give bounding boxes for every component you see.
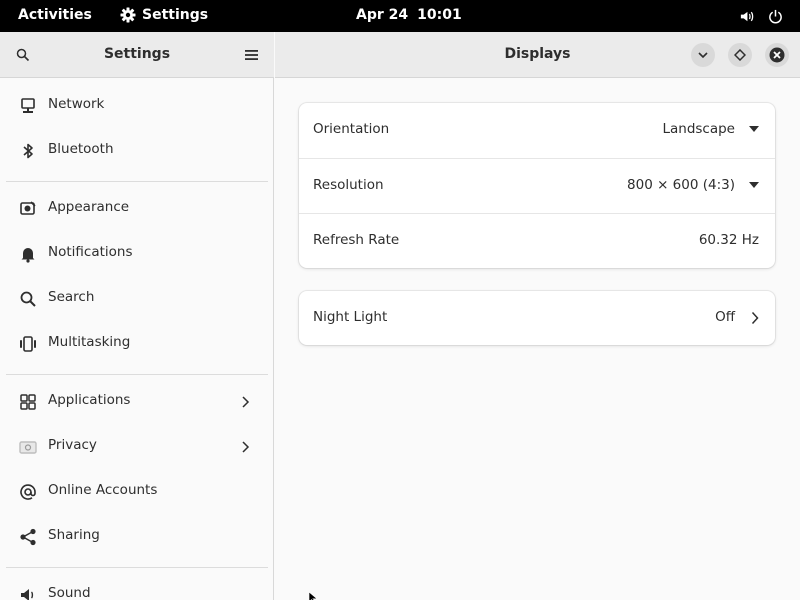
sidebar-item-label: Sound	[48, 585, 91, 600]
sidebar-item-bluetooth[interactable]: Bluetooth	[6, 130, 268, 172]
sidebar-item-label: Network	[48, 96, 105, 112]
sidebar-item-notifications[interactable]: Notifications	[6, 233, 268, 275]
sidebar-item-label: Search	[48, 289, 95, 305]
sidebar-item-label: Notifications	[48, 244, 133, 260]
sidebar-item-label: Privacy	[48, 437, 97, 453]
apps-grid-icon	[20, 394, 36, 410]
sidebar-item-label: Online Accounts	[48, 482, 158, 498]
top-bar: Activities Settings Apr 24 10:01	[0, 0, 800, 32]
maximize-button[interactable]	[728, 43, 752, 67]
search-icon	[20, 291, 36, 307]
chevron-right-icon	[242, 441, 250, 453]
resolution-label: Resolution	[313, 177, 384, 193]
sidebar-item-multitasking[interactable]: Multitasking	[6, 323, 268, 365]
resolution-value: 800 × 600 (4:3)	[627, 177, 735, 193]
sidebar-item-label: Sharing	[48, 527, 100, 543]
sidebar-item-label: Bluetooth	[48, 141, 114, 157]
sidebar-item-online-accounts[interactable]: Online Accounts	[6, 471, 268, 513]
at-icon	[20, 484, 36, 500]
main-panel: Displays Orientation Landscape Resolutio…	[275, 32, 800, 600]
hamburger-menu-icon[interactable]	[245, 49, 258, 61]
sidebar-item-network[interactable]: Network	[6, 85, 268, 127]
sidebar-title: Settings	[103, 46, 171, 62]
chevron-right-icon	[242, 396, 250, 408]
sidebar-item-appearance[interactable]: Appearance	[6, 188, 268, 230]
multitasking-icon	[20, 336, 36, 352]
dropdown-arrow-icon	[749, 182, 759, 188]
sidebar-divider	[6, 181, 268, 182]
appearance-icon	[20, 201, 36, 215]
network-icon	[21, 98, 35, 113]
sidebar-item-label: Multitasking	[48, 334, 131, 350]
mouse-cursor-icon	[309, 592, 317, 600]
sidebar-item-sharing[interactable]: Sharing	[6, 516, 268, 558]
sidebar-item-label: Applications	[48, 392, 131, 408]
clock-date: Apr 24	[356, 7, 409, 23]
resolution-row[interactable]: Resolution 800 × 600 (4:3)	[299, 158, 775, 213]
app-menu-button[interactable]: Settings	[120, 7, 208, 23]
night-light-row[interactable]: Night Light Off	[299, 291, 775, 345]
sidebar-item-search[interactable]: Search	[6, 278, 268, 320]
close-icon	[769, 47, 785, 63]
clock-time: 10:01	[417, 7, 462, 23]
privacy-icon	[19, 441, 37, 454]
maximize-icon	[734, 49, 746, 61]
page-title: Displays	[504, 46, 571, 62]
sidebar-item-label: Appearance	[48, 199, 130, 215]
bell-icon	[21, 248, 35, 263]
night-light-card: Night Light Off	[299, 291, 775, 345]
chevron-down-icon	[698, 52, 708, 59]
app-name: Settings	[142, 7, 209, 23]
sidebar: Settings Network Bluetooth Appearance No…	[0, 32, 274, 600]
activities-button[interactable]: Activities	[18, 7, 92, 23]
sidebar-item-applications[interactable]: Applications	[6, 381, 268, 423]
share-icon	[20, 528, 36, 546]
night-light-label: Night Light	[313, 309, 388, 325]
orientation-row[interactable]: Orientation Landscape	[299, 103, 775, 158]
gear-icon	[120, 7, 136, 23]
refresh-rate-label: Refresh Rate	[313, 232, 400, 248]
night-light-value: Off	[715, 309, 735, 325]
orientation-value: Landscape	[662, 121, 735, 137]
sidebar-header: Settings	[0, 32, 274, 78]
sidebar-item-sound[interactable]: Sound	[6, 574, 268, 600]
bluetooth-icon	[23, 143, 33, 159]
speaker-icon	[21, 589, 34, 600]
display-settings-card: Orientation Landscape Resolution 800 × 6…	[299, 103, 775, 268]
sidebar-divider	[6, 374, 268, 375]
close-button[interactable]	[765, 43, 789, 67]
minimize-button[interactable]	[691, 43, 715, 67]
refresh-rate-value: 60.32 Hz	[698, 232, 759, 248]
main-header: Displays	[275, 32, 800, 78]
clock-button[interactable]: Apr 24 10:01	[356, 7, 462, 23]
sidebar-item-privacy[interactable]: Privacy	[6, 426, 268, 468]
dropdown-arrow-icon	[749, 126, 759, 132]
orientation-label: Orientation	[313, 121, 390, 137]
chevron-right-icon	[751, 311, 759, 325]
refresh-rate-row: Refresh Rate 60.32 Hz	[299, 213, 775, 268]
volume-icon[interactable]	[739, 9, 754, 24]
sidebar-divider	[6, 567, 268, 568]
power-icon[interactable]	[768, 9, 783, 24]
